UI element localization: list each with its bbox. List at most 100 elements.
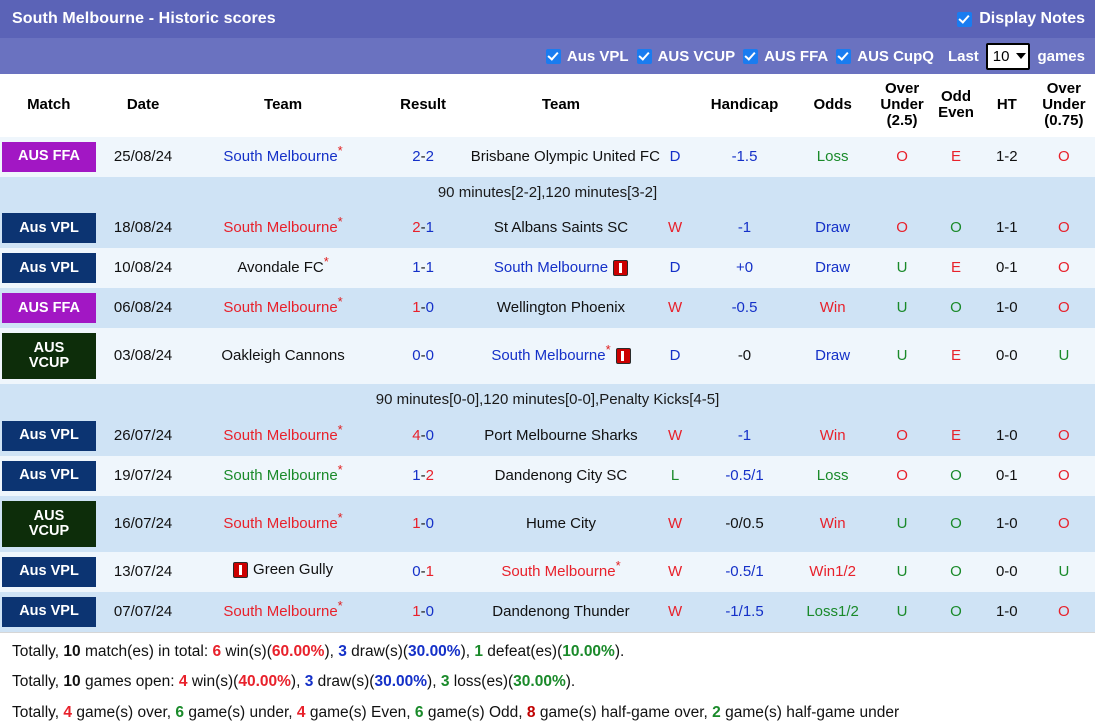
table-row[interactable]: Aus VPL 10/08/24 Avondale FC* 1-1 South Melb… — [0, 248, 1095, 289]
row-8-home-team-name[interactable]: Green Gully — [253, 561, 333, 579]
row-5-score[interactable]: 4-0 — [377, 415, 469, 456]
row-5-away-team[interactable]: Port Melbourne Sharks — [468, 415, 654, 456]
table-row[interactable]: AUS FFA 25/08/24 South Melbourne* 2-2 Brisba… — [0, 136, 1095, 177]
row-0-home-team[interactable]: South Melbourne* — [188, 136, 378, 177]
row-5-away-team-name[interactable]: Port Melbourne Sharks — [484, 427, 637, 445]
row-6-away-team[interactable]: Dandenong City SC — [468, 455, 654, 496]
row-4-score[interactable]: 0-0 — [377, 328, 469, 385]
col-header-result[interactable]: Result — [377, 74, 469, 137]
table-row[interactable]: Aus VPL 18/08/24 South Melbourne* 2-1 St Alb… — [0, 208, 1095, 249]
row-4-home-team[interactable]: Oakleigh Cannons — [188, 328, 378, 385]
league-badge[interactable]: Aus VPL — [2, 420, 96, 451]
table-row[interactable]: AUS VCUP 03/08/24 Oakleigh Cannons 0-0 South … — [0, 328, 1095, 385]
row-8-away-team[interactable]: South Melbourne* — [468, 551, 654, 592]
aus-vpl-checkbox[interactable] — [545, 48, 561, 64]
row-2-away-team[interactable]: South Melbourne — [468, 248, 654, 289]
row-8-score[interactable]: 0-1 — [377, 551, 469, 592]
row-9-home-team[interactable]: South Melbourne* — [188, 591, 378, 632]
league-badge[interactable]: AUS FFA — [2, 141, 96, 172]
row-4-match-cell[interactable]: AUS VCUP — [0, 328, 98, 385]
aus-vcup-checkbox[interactable] — [636, 48, 652, 64]
league-badge[interactable]: Aus VPL — [2, 253, 96, 284]
row-8-match-cell[interactable]: Aus VPL — [0, 551, 98, 592]
table-row[interactable]: AUS FFA 06/08/24 South Melbourne* 1-0 Wellin… — [0, 288, 1095, 329]
row-5-home-team[interactable]: South Melbourne* — [188, 415, 378, 456]
filter-aus-vcup[interactable]: AUS VCUP — [636, 48, 735, 65]
row-3-score[interactable]: 1-0 — [377, 288, 469, 329]
col-header-date[interactable]: Date — [97, 74, 189, 137]
row-1-home-team[interactable]: South Melbourne* — [188, 208, 378, 249]
row-6-home-team[interactable]: South Melbourne* — [188, 455, 378, 496]
aus-ffa-checkbox[interactable] — [743, 48, 759, 64]
row-2-match-cell[interactable]: Aus VPL — [0, 248, 98, 289]
row-1-score[interactable]: 2-1 — [377, 208, 469, 249]
row-0-score[interactable]: 2-2 — [377, 136, 469, 177]
row-3-home-team-name[interactable]: South Melbourne* — [223, 295, 342, 317]
row-2-away-team-name[interactable]: South Melbourne — [494, 259, 608, 277]
league-badge[interactable]: Aus VPL — [2, 556, 96, 587]
league-badge[interactable]: Aus VPL — [2, 213, 96, 244]
row-3-home-team[interactable]: South Melbourne* — [188, 288, 378, 329]
row-2-home-team-name[interactable]: Avondale FC* — [237, 255, 329, 277]
row-4-away-team[interactable]: South Melbourne* — [468, 328, 654, 385]
row-5-match-cell[interactable]: Aus VPL — [0, 415, 98, 456]
row-7-home-team-name[interactable]: South Melbourne* — [223, 511, 342, 533]
row-9-away-team[interactable]: Dandenong Thunder — [468, 591, 654, 632]
row-9-home-team-name[interactable]: South Melbourne* — [223, 599, 342, 621]
league-badge[interactable]: AUS FFA — [2, 293, 96, 324]
row-6-home-team-name[interactable]: South Melbourne* — [223, 463, 342, 485]
row-1-away-team-name[interactable]: St Albans Saints SC — [494, 219, 628, 237]
row-7-score[interactable]: 1-0 — [377, 495, 469, 552]
col-header-team-home[interactable]: Team — [188, 74, 378, 137]
row-6-score[interactable]: 1-2 — [377, 455, 469, 496]
row-9-away-team-name[interactable]: Dandenong Thunder — [492, 603, 629, 621]
row-1-home-team-name[interactable]: South Melbourne* — [223, 215, 342, 237]
row-4-home-team-name[interactable]: Oakleigh Cannons — [221, 347, 344, 365]
col-header-over-under-25[interactable]: Over Under (2.5) — [873, 74, 932, 137]
row-7-home-team[interactable]: South Melbourne* — [188, 495, 378, 552]
table-row[interactable]: Aus VPL 19/07/24 South Melbourne* 1-2 Danden… — [0, 455, 1095, 496]
row-7-match-cell[interactable]: AUS VCUP — [0, 495, 98, 552]
row-5-home-team-name[interactable]: South Melbourne* — [223, 423, 342, 445]
row-7-away-team[interactable]: Hume City — [468, 495, 654, 552]
col-header-team-away[interactable]: Team — [468, 74, 654, 137]
col-header-odd-even[interactable]: Odd Even — [931, 74, 981, 137]
table-row[interactable]: AUS VCUP 16/07/24 South Melbourne* 1-0 Hume C… — [0, 495, 1095, 552]
col-header-over-under-075[interactable]: Over Under (0.75) — [1032, 74, 1095, 137]
filter-aus-cupq[interactable]: AUS CupQ — [836, 48, 934, 65]
col-header-match[interactable]: Match — [0, 74, 98, 137]
league-badge[interactable]: Aus VPL — [2, 460, 96, 491]
row-3-match-cell[interactable]: AUS FFA — [0, 288, 98, 329]
games-count-select[interactable]: 10 — [985, 42, 1031, 70]
league-badge[interactable]: AUS VCUP — [2, 333, 96, 380]
row-4-away-team-name[interactable]: South Melbourne* — [491, 343, 610, 365]
row-2-home-team[interactable]: Avondale FC* — [188, 248, 378, 289]
row-0-home-team-name[interactable]: South Melbourne* — [223, 144, 342, 166]
row-8-away-team-name[interactable]: South Melbourne* — [501, 559, 620, 581]
col-header-odds[interactable]: Odds — [792, 74, 874, 137]
row-0-away-team[interactable]: Brisbane Olympic United FC — [468, 136, 660, 177]
row-2-score[interactable]: 1-1 — [377, 248, 469, 289]
league-badge[interactable]: Aus VPL — [2, 596, 96, 627]
league-badge[interactable]: AUS VCUP — [2, 500, 96, 547]
row-9-score[interactable]: 1-0 — [377, 591, 469, 632]
row-0-match-cell[interactable]: AUS FFA — [0, 136, 98, 177]
row-6-away-team-name[interactable]: Dandenong City SC — [495, 467, 628, 485]
row-6-match-cell[interactable]: Aus VPL — [0, 455, 98, 496]
row-3-away-team-name[interactable]: Wellington Phoenix — [497, 299, 625, 317]
row-3-away-team[interactable]: Wellington Phoenix — [468, 288, 654, 329]
row-1-match-cell[interactable]: Aus VPL — [0, 208, 98, 249]
col-header-handicap[interactable]: Handicap — [696, 74, 793, 137]
aus-cupq-checkbox[interactable] — [836, 48, 852, 64]
table-row[interactable]: Aus VPL 07/07/24 South Melbourne* 1-0 Danden… — [0, 591, 1095, 632]
row-1-away-team[interactable]: St Albans Saints SC — [468, 208, 654, 249]
col-header-ht[interactable]: HT — [980, 74, 1033, 137]
row-9-match-cell[interactable]: Aus VPL — [0, 591, 98, 632]
table-row[interactable]: Aus VPL 26/07/24 South Melbourne* 4-0 Port M… — [0, 415, 1095, 456]
display-notes-checkbox[interactable] — [957, 11, 973, 27]
table-row[interactable]: Aus VPL 13/07/24 Green Gully 0-1 South Melbo… — [0, 551, 1095, 592]
filter-aus-vpl[interactable]: Aus VPL — [545, 48, 629, 65]
row-0-away-team-name[interactable]: Brisbane Olympic United FC — [471, 148, 660, 166]
row-7-away-team-name[interactable]: Hume City — [526, 515, 596, 533]
filter-aus-ffa[interactable]: AUS FFA — [743, 48, 828, 65]
